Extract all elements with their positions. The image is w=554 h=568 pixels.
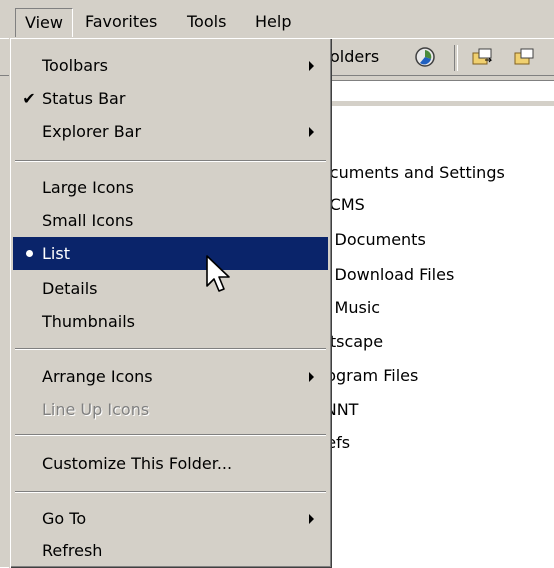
menu-item-label: Large Icons: [42, 178, 134, 197]
address-input[interactable]: [320, 80, 554, 101]
menu-item-label: Details: [42, 279, 98, 298]
menu-help[interactable]: Help: [246, 9, 300, 35]
menu-item-arrange-icons[interactable]: Arrange Icons: [13, 360, 328, 393]
checkmark-icon: ✔: [22, 89, 36, 108]
folders-button[interactable]: olders: [330, 45, 379, 69]
menu-separator: [15, 348, 326, 350]
submenu-arrow-icon: [309, 127, 314, 137]
menu-bar: View Favorites Tools Help: [0, 0, 554, 39]
menu-item-customize-folder[interactable]: Customize This Folder...: [13, 447, 328, 480]
menu-item-label: Explorer Bar: [42, 122, 142, 141]
move-to-icon[interactable]: [470, 46, 496, 68]
menu-separator: [15, 491, 326, 493]
menu-item-label: Status Bar: [42, 89, 126, 108]
menu-view[interactable]: View: [15, 8, 73, 38]
history-icon[interactable]: [412, 46, 438, 68]
menu-item-label: Refresh: [42, 541, 103, 560]
menu-item-label: List: [42, 244, 70, 263]
mouse-pointer-icon: [206, 255, 230, 292]
list-item[interactable]: y Download Files: [320, 260, 454, 290]
menu-item-details[interactable]: Details: [13, 272, 328, 305]
menu-item-refresh[interactable]: Refresh: [13, 534, 328, 567]
menu-item-thumbnails[interactable]: Thumbnails: [13, 305, 328, 338]
menu-item-label: Arrange Icons: [42, 367, 153, 386]
menu-item-go-to[interactable]: Go To: [13, 502, 328, 535]
menu-item-label: Line Up Icons: [42, 400, 150, 419]
submenu-arrow-icon: [309, 61, 314, 71]
menu-item-explorer-bar[interactable]: Explorer Bar: [13, 115, 328, 148]
list-item[interactable]: rogram Files: [320, 361, 418, 391]
menu-item-line-up-icons: Line Up Icons: [13, 393, 328, 426]
menu-favorites[interactable]: Favorites: [76, 9, 166, 35]
radio-bullet-icon: [21, 237, 37, 270]
menu-separator: [15, 160, 326, 162]
menu-item-label: Go To: [42, 509, 87, 528]
menu-item-small-icons[interactable]: Small Icons: [13, 204, 328, 237]
submenu-arrow-icon: [309, 372, 314, 382]
list-item[interactable]: ocuments and Settings: [320, 158, 505, 188]
view-menu: Toolbars ✔ Status Bar Explorer Bar Large…: [9, 37, 332, 568]
menu-item-label: Thumbnails: [42, 312, 135, 331]
copy-to-icon[interactable]: [512, 46, 538, 68]
menu-item-label: Small Icons: [42, 211, 134, 230]
list-item[interactable]: y Documents: [320, 225, 426, 255]
menu-item-toolbars[interactable]: Toolbars: [13, 49, 328, 82]
toolbar-separator: [454, 45, 458, 71]
menu-item-large-icons[interactable]: Large Icons: [13, 171, 328, 204]
menu-separator: [15, 434, 326, 436]
menu-item-label: Toolbars: [42, 56, 108, 75]
menu-item-status-bar[interactable]: ✔ Status Bar: [13, 82, 328, 115]
menu-tools[interactable]: Tools: [178, 9, 235, 35]
menu-item-label: Customize This Folder...: [42, 454, 233, 473]
menu-item-list[interactable]: List: [13, 237, 328, 270]
submenu-arrow-icon: [309, 514, 314, 524]
